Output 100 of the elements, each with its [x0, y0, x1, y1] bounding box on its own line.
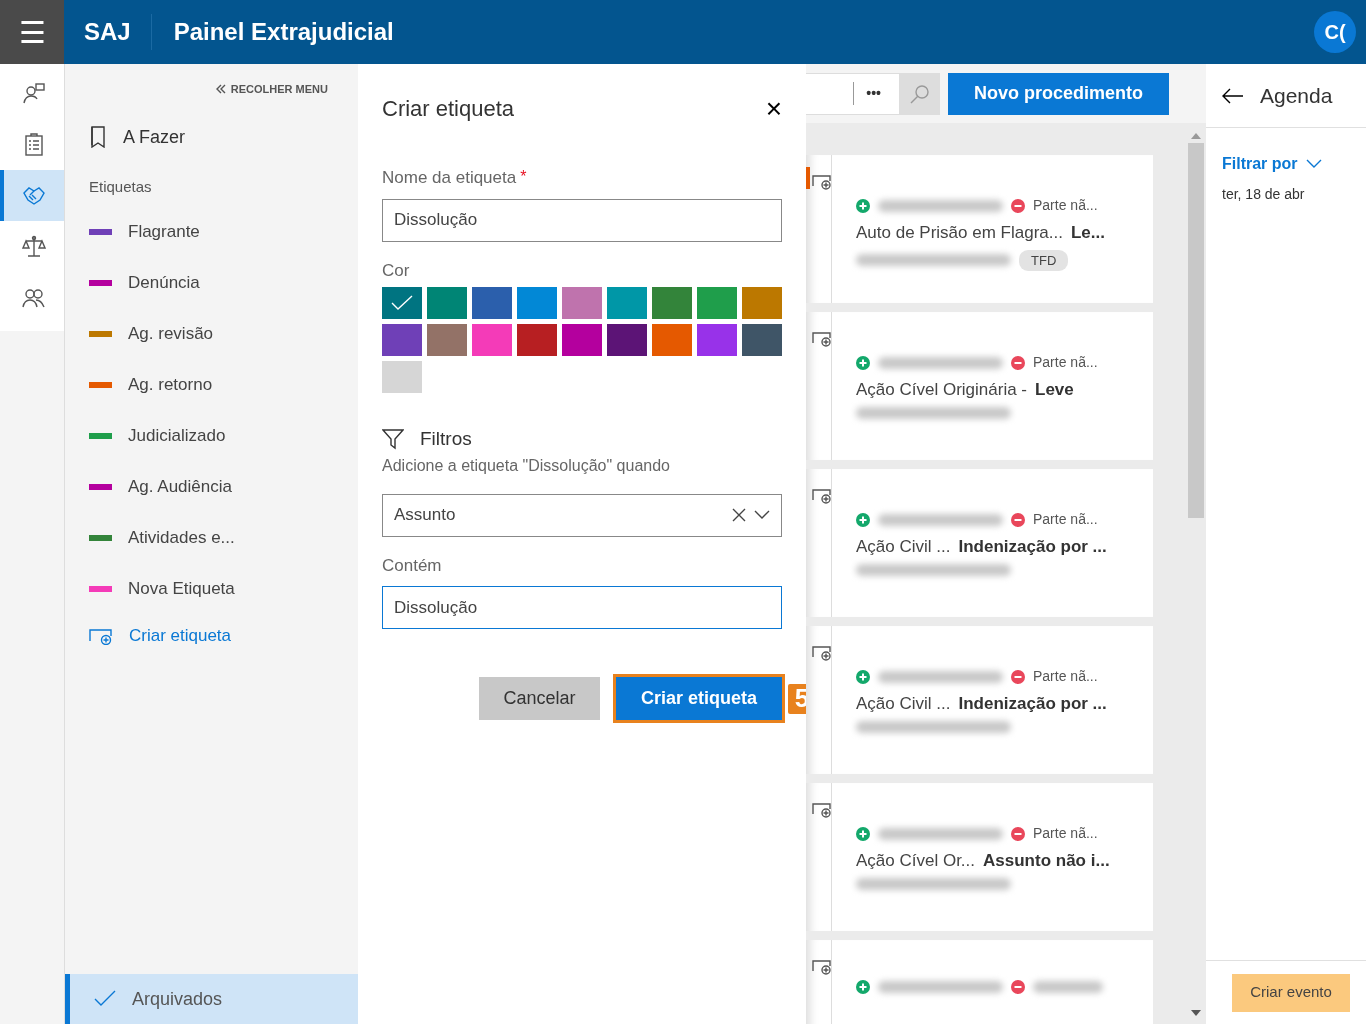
panel-title: Agenda	[1260, 82, 1333, 109]
case-class: Auto de Prisão em Flagra...	[856, 222, 1063, 245]
contains-input[interactable]: Dissolução	[382, 586, 782, 629]
close-button[interactable]: ×	[765, 94, 782, 123]
blurred-text	[1033, 981, 1103, 994]
minus-circle-icon	[1011, 198, 1025, 213]
hint-text: Adicione a etiqueta "Dissolução" quando	[382, 455, 671, 476]
color-swatch[interactable]	[472, 287, 512, 319]
scroll-down-icon	[1191, 1010, 1201, 1016]
scales-icon	[22, 234, 46, 259]
more-button[interactable]: •••	[853, 82, 887, 106]
search-button[interactable]	[900, 72, 940, 115]
minus-circle-icon	[1011, 355, 1025, 370]
plus-circle-icon	[856, 512, 870, 527]
check-icon	[94, 990, 116, 1008]
create-label-link[interactable]: Criar etiqueta	[65, 622, 358, 650]
plus-circle-icon	[856, 198, 870, 213]
name-input[interactable]: Dissolução	[382, 198, 782, 242]
label-item[interactable]: Judicializado	[65, 410, 358, 461]
label-item[interactable]: Flagrante	[65, 206, 358, 257]
minus-circle-icon	[1011, 512, 1025, 527]
plus-circle-icon	[856, 980, 870, 995]
color-swatch[interactable]	[517, 287, 557, 319]
avatar-button[interactable]: C(	[1314, 11, 1356, 53]
case-subject: Le...	[1070, 222, 1105, 245]
field-dropdown[interactable]: Assunto	[382, 493, 782, 537]
menu-button[interactable]: ☰	[0, 0, 64, 64]
clipboard-icon	[22, 132, 46, 157]
tag-add-icon[interactable]	[812, 487, 832, 504]
brand-logo: SAJ	[64, 14, 152, 50]
case-subject: Indenização por ...	[958, 693, 1107, 716]
back-button[interactable]	[1222, 87, 1244, 104]
new-procedure-button[interactable]: Novo procedimento	[948, 72, 1169, 115]
scroll-up-icon	[1191, 133, 1201, 140]
color-swatch[interactable]	[742, 287, 782, 319]
color-swatch[interactable]	[652, 324, 692, 356]
minus-circle-icon	[1011, 826, 1025, 841]
chevron-down-icon	[754, 510, 770, 520]
check-icon	[391, 295, 413, 311]
color-swatch[interactable]	[742, 324, 782, 356]
color-swatch[interactable]	[382, 324, 422, 356]
color-swatch[interactable]	[382, 287, 422, 319]
section-title: Etiquetas	[88, 176, 153, 197]
label-item[interactable]: Ag. Audiência	[65, 461, 358, 512]
collapse-menu-link[interactable]: RECOLHER MENU	[208, 80, 334, 99]
search-icon	[910, 84, 930, 105]
status-text: Parte nã...	[1033, 667, 1098, 687]
color-swatch[interactable]	[427, 324, 467, 356]
field-label: Nome da etiqueta	[382, 167, 517, 189]
case-class: Ação Cível Originária -	[856, 379, 1027, 402]
case-subject: Indenização por ...	[958, 536, 1107, 559]
search-field[interactable]: •••	[806, 72, 900, 115]
label-item[interactable]: Ag. retorno	[65, 359, 358, 410]
plus-circle-icon	[856, 355, 870, 370]
label-item[interactable]: Ag. revisão	[65, 308, 358, 359]
color-swatch[interactable]	[562, 287, 602, 319]
todo-item[interactable]: A Fazer	[65, 122, 358, 152]
filter-dropdown[interactable]: Filtrar por	[1222, 152, 1366, 176]
label-item[interactable]: Nova Etiqueta	[65, 563, 358, 614]
label-item[interactable]: Atividades e...	[65, 512, 358, 563]
case-subject: Assunto não i...	[983, 850, 1110, 873]
dialog-title: Criar etiqueta	[382, 95, 515, 123]
color-swatch[interactable]	[472, 324, 512, 356]
field-label: Contém	[382, 554, 443, 577]
create-button[interactable]: Criar etiqueta	[616, 677, 782, 720]
filter-icon	[382, 428, 404, 451]
rail-tab[interactable]	[0, 170, 64, 221]
tag-chip: TFD	[1019, 249, 1069, 272]
clear-icon	[732, 508, 746, 522]
tag-add-icon[interactable]	[812, 173, 832, 190]
color-swatch[interactable]	[697, 324, 737, 356]
label-item[interactable]: Denúncia	[65, 257, 358, 308]
create-event-button[interactable]: Criar evento	[1232, 973, 1350, 1012]
tag-add-icon[interactable]	[812, 330, 832, 347]
status-text: Parte nã...	[1033, 353, 1098, 373]
color-swatch[interactable]	[652, 287, 692, 319]
case-class: Ação Cível Or...	[856, 850, 976, 873]
field-label: Cor	[382, 259, 411, 282]
tag-add-icon[interactable]	[812, 801, 832, 818]
color-swatch[interactable]	[517, 324, 557, 356]
chevron-down-icon	[1305, 159, 1322, 169]
tag-add-icon[interactable]	[812, 958, 832, 975]
case-subject: Leve	[1035, 379, 1074, 402]
cancel-button[interactable]: Cancelar	[479, 677, 600, 720]
case-class: Ação Civil ...	[856, 693, 951, 716]
color-swatch[interactable]	[697, 287, 737, 319]
double-chevron-icon	[214, 83, 227, 96]
archived-item[interactable]: Arquivados	[65, 974, 358, 1024]
plus-circle-icon	[856, 669, 870, 684]
color-swatch[interactable]	[607, 287, 647, 319]
app-title: Painel Extrajudicial	[172, 17, 394, 47]
status-text: Parte nã...	[1033, 196, 1098, 216]
color-swatch[interactable]	[607, 324, 647, 356]
arrow-left-icon	[1222, 87, 1244, 104]
color-swatch[interactable]	[427, 287, 467, 319]
case-class: Ação Civil ...	[856, 536, 951, 559]
color-swatch[interactable]	[382, 361, 422, 393]
tag-add-icon[interactable]	[812, 644, 832, 661]
tag-add-icon	[89, 626, 113, 645]
color-swatch[interactable]	[562, 324, 602, 356]
